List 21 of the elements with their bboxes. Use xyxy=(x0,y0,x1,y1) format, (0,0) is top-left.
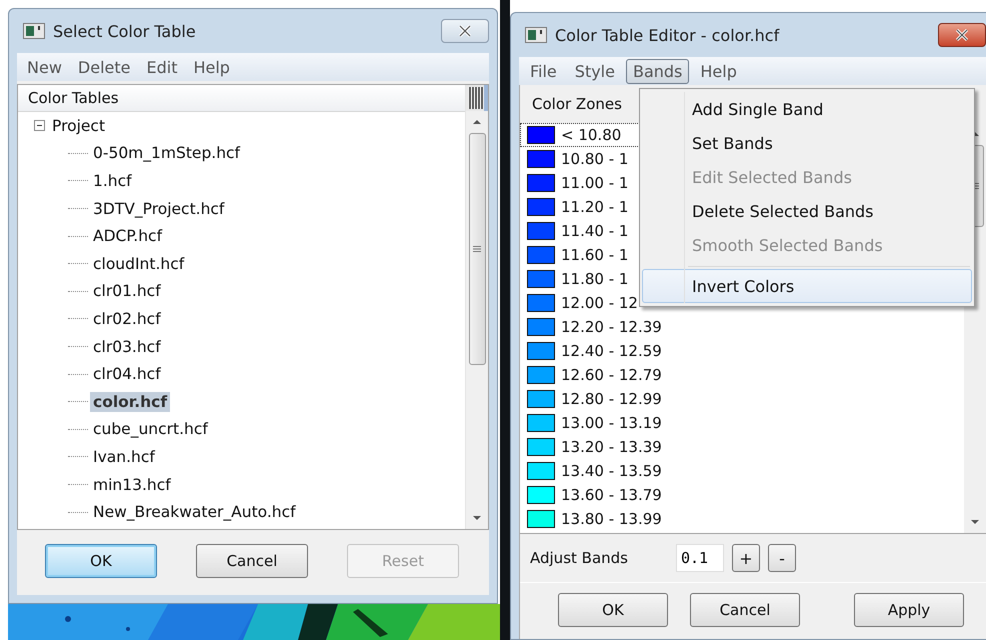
zone-range: 13.00 - 13.19 xyxy=(561,414,662,432)
zone-range: 11.00 - 1 xyxy=(561,174,628,192)
zone-range: 10.80 - 1 xyxy=(561,150,628,168)
field-label: Adjust Bands xyxy=(530,549,629,567)
window-title: Color Table Editor - color.hcf xyxy=(555,26,780,44)
window-title: Select Color Table xyxy=(53,22,196,40)
zone-range: 13.20 - 13.39 xyxy=(561,438,662,456)
zone-range: 13.40 - 13.59 xyxy=(561,462,662,480)
zone-range: 13.80 - 13.99 xyxy=(561,510,662,528)
zone-range: 13.60 - 13.79 xyxy=(561,486,662,504)
zone-range: 11.80 - 1 xyxy=(561,270,628,288)
zone-range: 12.60 - 12.79 xyxy=(561,366,662,384)
zone-range: 11.20 - 1 xyxy=(561,198,628,216)
zone-range: 12.40 - 12.59 xyxy=(561,342,662,360)
column-header: Color Zones xyxy=(532,95,622,113)
zone-range: 12.80 - 12.99 xyxy=(561,390,662,408)
zone-range: < 10.80 xyxy=(561,126,622,144)
zone-range: 12.20 - 12.39 xyxy=(561,318,662,336)
zone-range: 12.00 - 12 xyxy=(561,294,638,312)
zone-range: 11.40 - 1 xyxy=(561,222,628,240)
zone-range: 11.60 - 1 xyxy=(561,246,628,264)
